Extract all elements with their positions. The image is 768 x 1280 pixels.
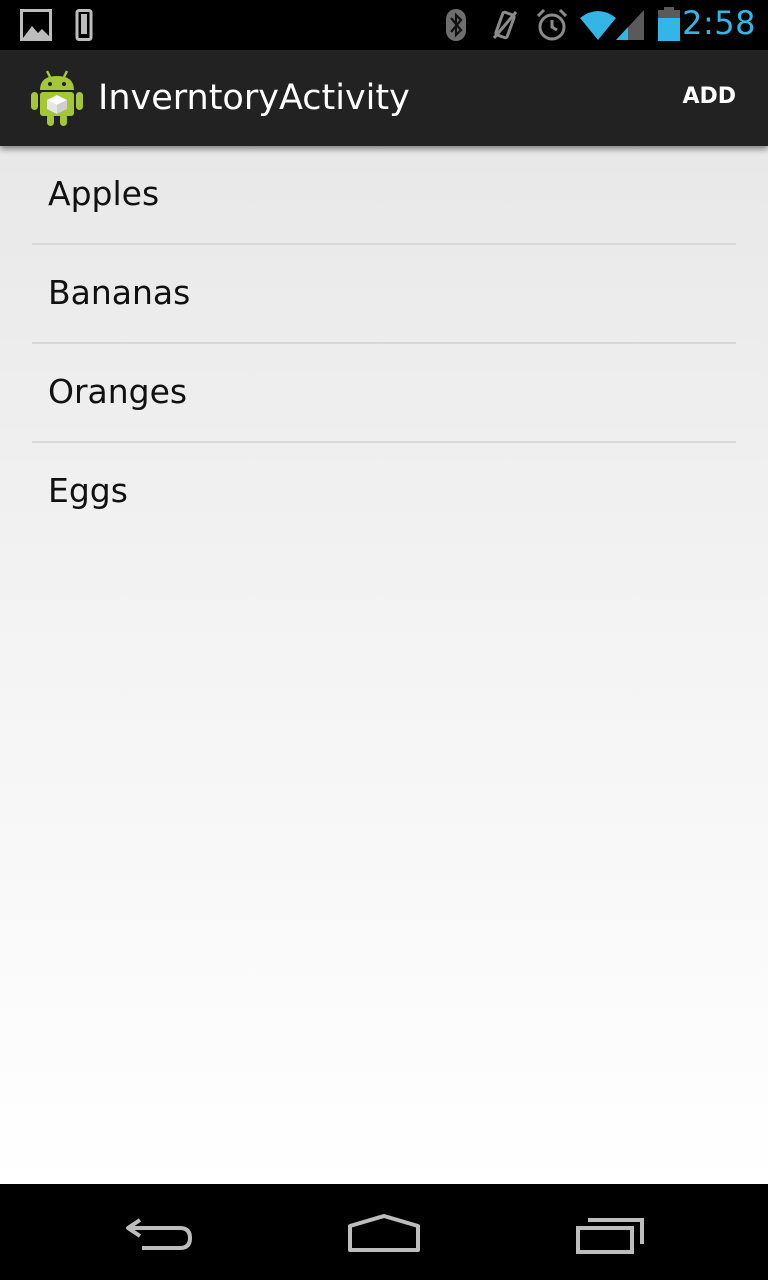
recents-icon[interactable] [574,1214,648,1260]
action-bar: InverntoryActivity ADD [0,50,768,146]
back-icon[interactable] [122,1214,196,1258]
inventory-list: Apples Bananas Oranges Eggs [32,146,736,540]
gallery-icon [20,9,52,45]
list-item[interactable]: Apples [32,146,736,245]
clock-time: 2:58 [682,4,756,42]
list-item-label: Eggs [48,471,128,510]
home-icon[interactable] [346,1212,422,1258]
list-item[interactable]: Eggs [32,443,736,540]
vibrate-off-icon [490,8,520,46]
add-button[interactable]: ADD [682,84,736,109]
content-area: Apples Bananas Oranges Eggs [0,146,768,1184]
list-item[interactable]: Bananas [32,245,736,344]
alarm-icon [535,7,569,47]
android-app-icon[interactable] [30,68,84,128]
list-item-label: Apples [48,174,160,213]
app-title: InverntoryActivity [98,78,410,118]
list-item-label: Oranges [48,372,188,411]
bluetooth-icon [444,8,468,46]
battery-icon [656,6,682,46]
signal-icon [614,8,646,46]
navigation-bar [0,1184,768,1280]
status-bar: 2:58 [0,0,768,50]
list-item-label: Bananas [48,273,191,312]
list-item[interactable]: Oranges [32,344,736,443]
wifi-icon [578,8,618,46]
phone-icon [74,9,94,45]
